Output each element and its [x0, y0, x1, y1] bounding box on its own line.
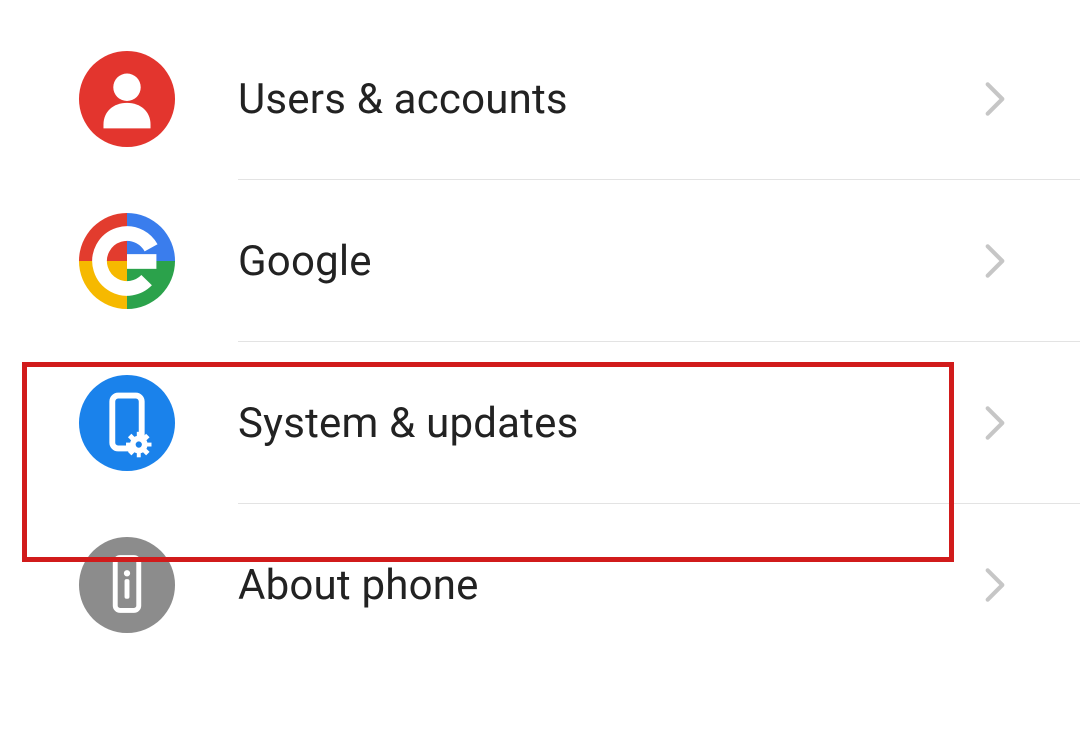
settings-row-label: System & updates — [238, 399, 978, 448]
settings-row-label: Users & accounts — [238, 75, 978, 124]
chevron-right-icon — [978, 568, 1012, 602]
chevron-right-icon — [978, 82, 1012, 116]
chevron-right-icon — [978, 406, 1012, 440]
settings-row-label: Google — [238, 237, 978, 286]
about-phone-icon — [78, 536, 176, 634]
settings-row-system-updates[interactable]: System & updates — [0, 342, 1080, 504]
settings-row-google[interactable]: Google — [0, 180, 1080, 342]
user-accounts-icon — [78, 50, 176, 148]
settings-list: Users & accounts — [0, 0, 1080, 666]
chevron-right-icon — [978, 244, 1012, 278]
settings-row-label: About phone — [238, 561, 978, 610]
system-updates-icon — [78, 374, 176, 472]
google-icon — [78, 212, 176, 310]
settings-row-users-accounts[interactable]: Users & accounts — [0, 18, 1080, 180]
settings-row-about-phone[interactable]: About phone — [0, 504, 1080, 666]
